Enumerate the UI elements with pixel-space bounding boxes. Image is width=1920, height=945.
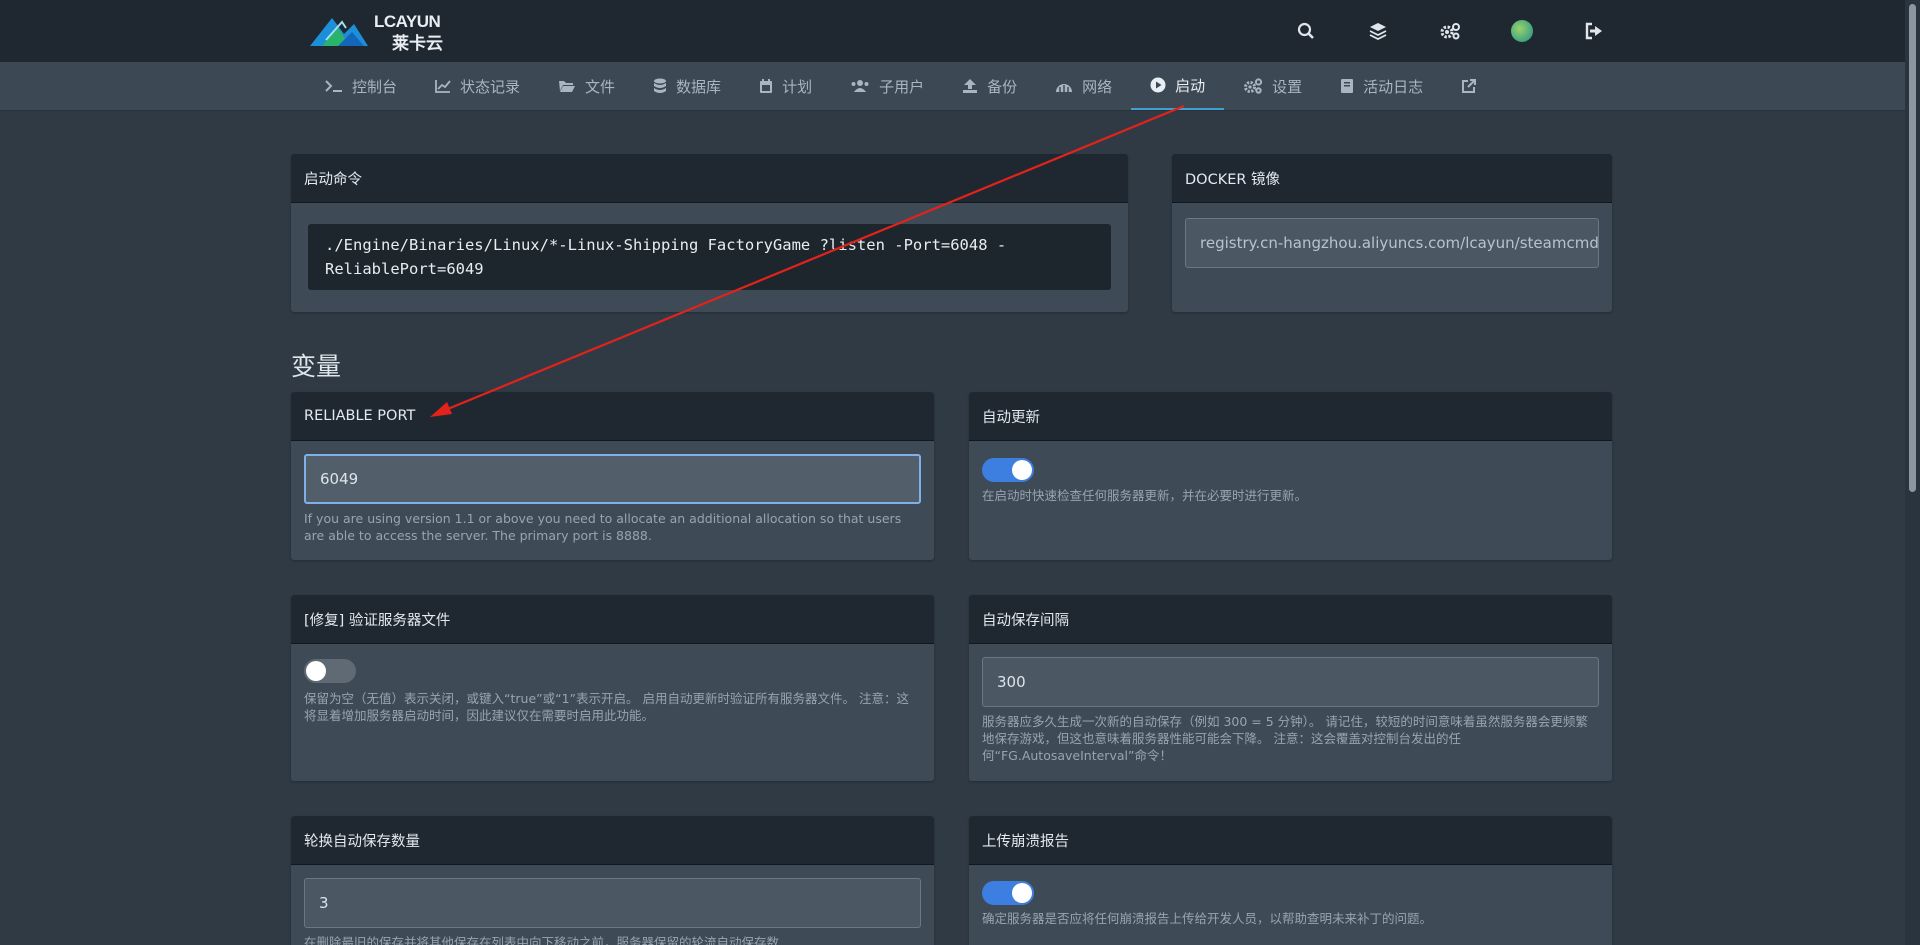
external-link-icon — [1462, 79, 1477, 93]
users-icon — [851, 80, 869, 92]
card-title: [修复] 验证服务器文件 — [291, 595, 934, 644]
layers-icon[interactable] — [1342, 16, 1414, 46]
docker-image-select[interactable]: registry.cn-hangzhou.aliyuncs.com/lcayun… — [1185, 218, 1599, 268]
autosave-interval-input[interactable]: 300 — [982, 657, 1599, 707]
tab-settings[interactable]: 设置 — [1224, 62, 1321, 110]
cogs-icon — [1244, 78, 1263, 94]
startup-command: ./Engine/Binaries/Linux/*-Linux-Shipping… — [308, 224, 1111, 290]
tab-label: 备份 — [987, 77, 1018, 96]
variable-card-crash-reports: 上传崩溃报告 确定服务器是否应将任何崩溃报告上传给开发人员，以帮助查明未来补丁的… — [969, 816, 1612, 945]
variable-card-auto-update: 自动更新 在启动时快速检查任何服务器更新，并在必要时进行更新。 — [969, 392, 1612, 560]
card-title: RELIABLE PORT — [291, 392, 934, 441]
tab-databases[interactable]: 数据库 — [634, 62, 740, 110]
variable-card-reliable-port: RELIABLE PORT 6049 If you are using vers… — [291, 392, 934, 560]
reliable-port-input[interactable]: 6049 — [304, 454, 921, 504]
tab-label: 控制台 — [352, 77, 398, 96]
autosave-count-input[interactable]: 3 — [304, 878, 921, 928]
network-icon — [1056, 84, 1073, 92]
variables-title: 变量 — [291, 352, 342, 381]
card-title: 启动命令 — [291, 154, 1128, 203]
sign-out-icon[interactable] — [1558, 16, 1630, 46]
cogs-icon[interactable] — [1414, 16, 1486, 46]
card-title: 轮换自动保存数量 — [291, 816, 934, 865]
tab-label: 文件 — [585, 77, 616, 96]
tab-schedules[interactable]: 计划 — [740, 62, 831, 110]
tab-files[interactable]: 文件 — [539, 62, 634, 110]
annotation-arrow-icon — [430, 104, 1185, 417]
help-text: 在启动时快速检查任何服务器更新，并在必要时进行更新。 — [982, 488, 1308, 503]
help-text: 保留为空（无值）表示关闭，或键入“true”或“1”表示开启。 启用自动更新时验… — [304, 691, 909, 723]
tab-stats[interactable]: 状态记录 — [416, 62, 539, 110]
card-title: 自动更新 — [969, 392, 1612, 441]
avatar[interactable] — [1486, 16, 1558, 46]
card-title: 上传崩溃报告 — [969, 816, 1612, 865]
docker-image-card: DOCKER 镜像 registry.cn-hangzhou.aliyuncs.… — [1172, 154, 1612, 312]
tab-label: 子用户 — [879, 77, 925, 96]
card-title: DOCKER 镜像 — [1172, 154, 1612, 203]
crash-reports-toggle[interactable] — [982, 881, 1034, 905]
help-text: 在删除最旧的保存并将其他保存在列表中向下移动之前，服务器保留的轮流自动保存数 — [304, 935, 780, 945]
calendar-icon — [760, 79, 773, 93]
page-scrollbar-thumb[interactable] — [1909, 4, 1916, 492]
help-text: 确定服务器是否应将任何崩溃报告上传给开发人员，以帮助查明未来补丁的问题。 — [982, 911, 1433, 926]
tab-backups[interactable]: 备份 — [943, 62, 1036, 110]
card-title: 自动保存间隔 — [969, 595, 1612, 644]
server-nav-bar: 控制台 状态记录 文件 数据库 计划 子用户 备份 网络 启动 设置 活动日志 — [0, 62, 1905, 111]
variable-card-autosave-interval: 自动保存间隔 300 服务器应多久生成一次新的自动保存（例如 300 = 5 分… — [969, 595, 1612, 781]
search-icon[interactable] — [1270, 16, 1342, 46]
help-text: If you are using version 1.1 or above yo… — [304, 511, 902, 543]
book-icon — [1341, 79, 1354, 93]
tab-label: 网络 — [1082, 77, 1113, 96]
variable-card-validate-files: [修复] 验证服务器文件 保留为空（无值）表示关闭，或键入“true”或“1”表… — [291, 595, 934, 781]
top-bar: LCAYUN 莱卡云 — [0, 0, 1905, 62]
tab-label: 设置 — [1272, 77, 1303, 96]
terminal-icon — [325, 80, 342, 92]
chart-icon — [435, 80, 451, 93]
tab-console[interactable]: 控制台 — [306, 62, 416, 110]
folder-icon — [559, 81, 576, 92]
logo-subtext: 莱卡云 — [392, 34, 443, 53]
variable-card-autosave-count: 轮换自动保存数量 3 在删除最旧的保存并将其他保存在列表中向下移动之前，服务器保… — [291, 816, 934, 945]
logo-mark-icon — [310, 18, 368, 46]
tab-external-link[interactable] — [1442, 62, 1496, 110]
top-icons — [1270, 16, 1630, 46]
auto-update-toggle[interactable] — [982, 458, 1034, 482]
tab-label: 活动日志 — [1363, 77, 1424, 96]
tab-activity-log[interactable]: 活动日志 — [1321, 62, 1442, 110]
tab-label: 启动 — [1175, 76, 1206, 95]
tab-network[interactable]: 网络 — [1036, 62, 1131, 110]
startup-command-card: 启动命令 ./Engine/Binaries/Linux/*-Linux-Shi… — [291, 154, 1128, 312]
tab-subusers[interactable]: 子用户 — [831, 62, 943, 110]
validate-files-toggle[interactable] — [304, 659, 356, 683]
upload-icon — [963, 79, 978, 93]
tab-label: 数据库 — [676, 77, 722, 96]
tab-label: 计划 — [782, 77, 813, 96]
database-icon — [654, 78, 667, 93]
help-text: 服务器应多久生成一次新的自动保存（例如 300 = 5 分钟）。 请记住，较短的… — [982, 714, 1588, 763]
play-icon — [1150, 77, 1166, 93]
brand-logo[interactable]: LCAYUN 莱卡云 — [308, 10, 458, 53]
server-nav: 控制台 状态记录 文件 数据库 计划 子用户 备份 网络 启动 设置 活动日志 — [306, 62, 1496, 110]
tab-label: 状态记录 — [460, 77, 521, 96]
tab-startup[interactable]: 启动 — [1131, 62, 1225, 110]
